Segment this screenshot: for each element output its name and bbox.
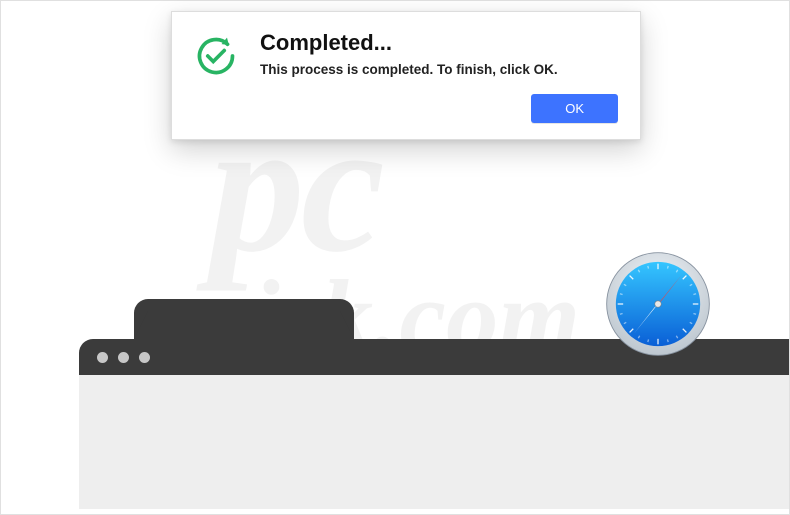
safari-icon	[603, 249, 713, 359]
dialog-title: Completed...	[260, 30, 558, 56]
window-control-dot[interactable]	[139, 352, 150, 363]
dialog-message: This process is completed. To finish, cl…	[260, 62, 558, 77]
checkmark-refresh-icon	[194, 34, 238, 78]
window-control-dot[interactable]	[97, 352, 108, 363]
browser-viewport	[79, 375, 789, 509]
browser-tab[interactable]	[134, 299, 354, 339]
ok-button[interactable]: OK	[531, 94, 618, 123]
window-control-dot[interactable]	[118, 352, 129, 363]
completed-dialog: Completed... This process is completed. …	[171, 11, 641, 140]
